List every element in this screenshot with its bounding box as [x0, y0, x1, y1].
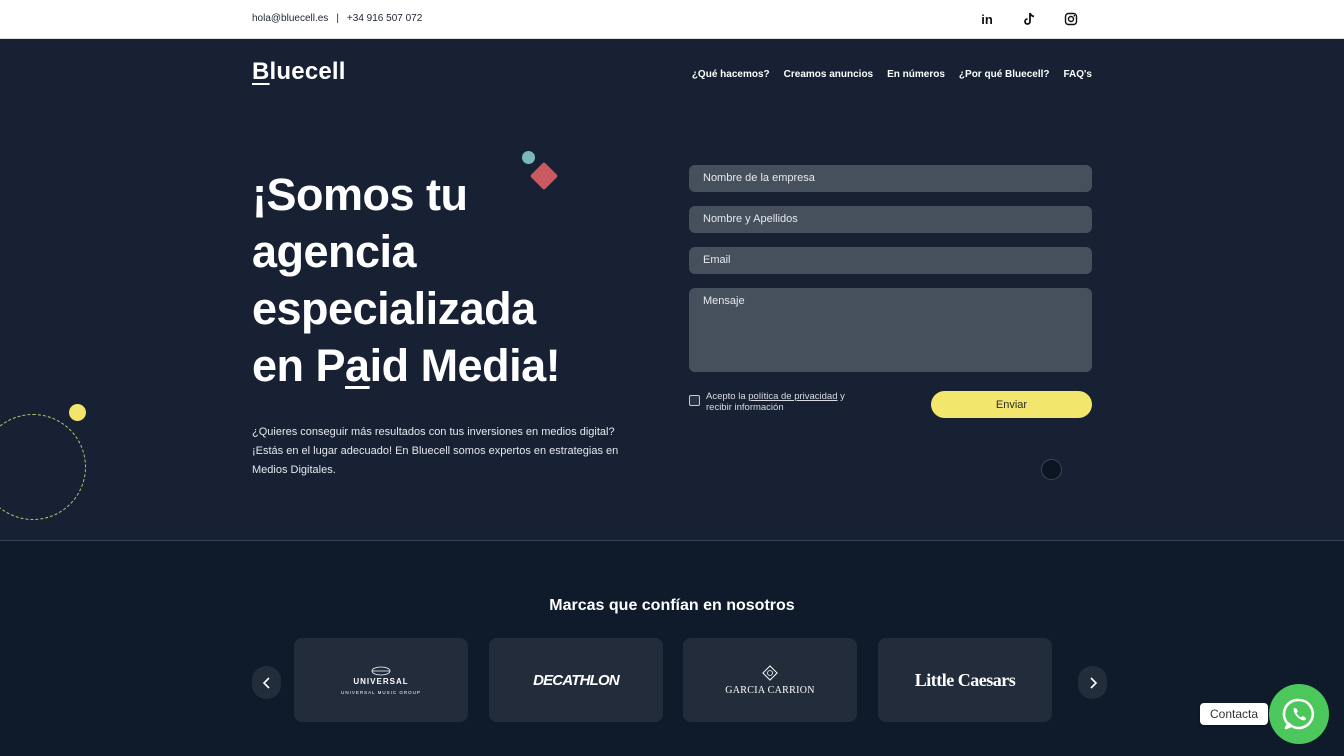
brand-garcia-carrion-name: GARCIA CARRION [725, 685, 815, 696]
whatsapp-icon [1282, 698, 1315, 730]
headline-line-1: ¡Somos tu [252, 169, 468, 220]
brand-universal-name: UNIVERSAL [353, 676, 409, 686]
garcia-carrion-emblem-icon [762, 665, 778, 681]
universal-globe-icon [371, 666, 391, 675]
decorative-dark-dot [1041, 459, 1062, 480]
decorative-yellow-dot [69, 404, 86, 421]
hero-headline: ¡Somos tu agencia especializada en Paid … [252, 166, 672, 394]
logo-rest: luecell [269, 58, 346, 85]
logo-first-letter: B [252, 58, 270, 85]
chevron-right-icon [1089, 676, 1097, 689]
brands-title: Marcas que confían en nosotros [549, 597, 795, 614]
brand-card-decathlon: DECATHLON [489, 638, 663, 722]
brand-card-garcia-carrion: GARCIA CARRION [683, 638, 857, 722]
full-name-field[interactable]: Nombre y Apellidos [689, 206, 1092, 233]
brand-card-little-caesars: Little Caesars [878, 638, 1052, 722]
headline-line-4a: en P [252, 340, 346, 391]
nav-faqs[interactable]: FAQ's [1064, 69, 1093, 80]
brand-decathlon-name: DECATHLON [533, 671, 620, 689]
email-field[interactable]: Email [689, 247, 1092, 274]
message-field[interactable]: Mensaje [689, 288, 1092, 372]
contact-email[interactable]: hola@bluecell.es [252, 13, 328, 24]
nav-por-que-bluecell[interactable]: ¿Por qué Bluecell? [959, 69, 1050, 80]
decorative-teal-dot [522, 151, 535, 164]
headline-line-2: agencia [252, 226, 417, 277]
whatsapp-contact-label[interactable]: Contacta [1200, 703, 1268, 725]
submit-button[interactable]: Enviar [931, 391, 1092, 418]
carousel-next-button[interactable] [1078, 666, 1107, 699]
bluecell-logo[interactable]: Bluecell [252, 58, 346, 86]
whatsapp-button[interactable] [1269, 684, 1329, 744]
brand-universal-sub: UNIVERSAL MUSIC GROUP [341, 689, 421, 695]
privacy-policy-link[interactable]: política de privacidad [748, 391, 837, 402]
consent-prefix: Acepto la [706, 391, 749, 402]
nav-creamos-anuncios[interactable]: Creamos anuncios [784, 69, 873, 80]
brand-card-universal: UNIVERSAL UNIVERSAL MUSIC GROUP [294, 638, 468, 722]
contact-separator: | [336, 13, 339, 24]
nav-en-numeros[interactable]: En números [887, 69, 945, 80]
linkedin-text: in [981, 11, 993, 27]
headline-line-4-underlined: a [345, 340, 370, 391]
company-name-field[interactable]: Nombre de la empresa [689, 165, 1092, 192]
privacy-consent-text: Acepto la política de privacidad y recib… [706, 391, 866, 413]
contact-info: hola@bluecell.es | +34 916 507 072 [252, 13, 422, 24]
linkedin-icon[interactable]: in [976, 9, 998, 29]
top-bar: hola@bluecell.es | +34 916 507 072 in [0, 0, 1344, 39]
headline-line-4b: id Media! [369, 340, 561, 391]
carousel-prev-button[interactable] [252, 666, 281, 699]
chevron-left-icon [262, 676, 270, 689]
main-nav: ¿Qué hacemos? Creamos anuncios En número… [692, 69, 1092, 80]
nav-que-hacemos[interactable]: ¿Qué hacemos? [692, 69, 770, 80]
brands-section [0, 540, 1344, 756]
privacy-checkbox[interactable] [689, 395, 700, 406]
tiktok-icon[interactable] [1018, 9, 1040, 29]
hero-description: ¿Quieres conseguir más resultados con tu… [252, 426, 619, 476]
instagram-icon[interactable] [1060, 9, 1082, 29]
contact-phone[interactable]: +34 916 507 072 [347, 13, 422, 24]
hero-section [0, 39, 1344, 540]
headline-line-3: especializada [252, 283, 536, 334]
brand-little-caesars-name: Little Caesars [914, 669, 1016, 690]
